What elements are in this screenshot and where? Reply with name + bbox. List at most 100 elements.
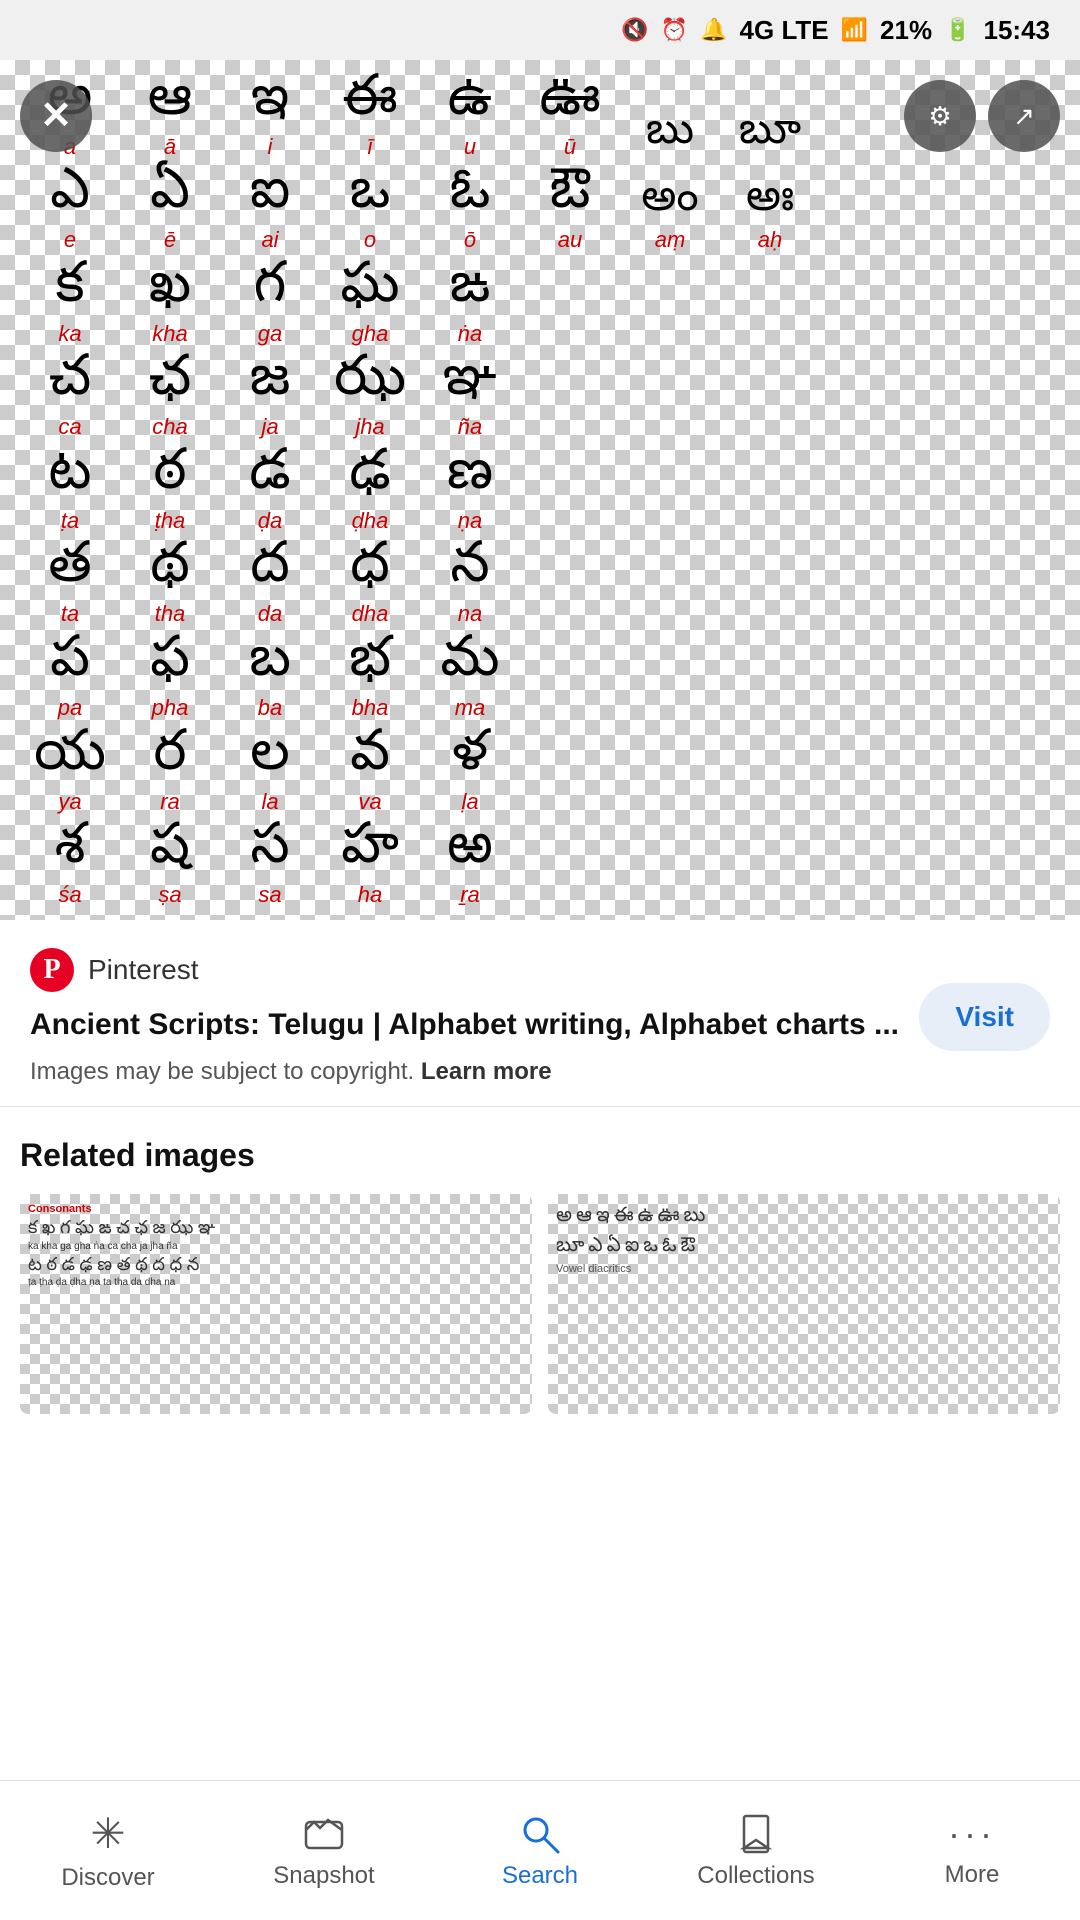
related-thumb-2[interactable]: అఆఇఈఉఊబు బూఎఏఐఒఓఔ Vowel diacritics [548, 1194, 1060, 1414]
image-area: ✕ ⚙ ↗ అ a ఆ ā ఇ i ఈ ī [0, 60, 1080, 920]
visit-button[interactable]: Visit [919, 983, 1050, 1051]
collections-icon [734, 1812, 778, 1856]
source-name: Pinterest [88, 954, 199, 986]
telugu-cell: ఱ ṟa [420, 820, 520, 910]
more-icon: ··· [948, 1813, 996, 1855]
telugu-cell: ఎ e [20, 165, 120, 255]
telugu-cell: ఔ au [520, 165, 620, 255]
settings-button[interactable]: ⚙ [904, 80, 976, 152]
nav-more-label: More [945, 1861, 1000, 1889]
status-bar: 🔇 ⏰ 🔔 4G LTE 📶 21% 🔋 15:43 [0, 0, 1080, 60]
related-section: Related images Consonants క ఖ గ ఘ ఙ చ ఛ … [0, 1107, 1080, 1424]
source-logo-row: P Pinterest [30, 948, 899, 992]
share-button[interactable]: ↗ [988, 80, 1060, 152]
telugu-cell: ల la [220, 727, 320, 817]
telugu-cell: ప pa [20, 633, 120, 723]
nav-discover-label: Discover [61, 1864, 154, 1892]
pinterest-logo: P [30, 948, 74, 992]
telugu-cell: ఓ ō [420, 165, 520, 255]
telugu-cell: ర ra [120, 727, 220, 817]
alarm-icon: ⏰ [661, 17, 688, 43]
gear-icon: ⚙ [928, 101, 951, 132]
mute-icon: 🔇 [621, 17, 648, 43]
telugu-cell: ఈ ī [320, 72, 420, 162]
telugu-cell: గ ga [220, 259, 320, 349]
telugu-cell: త ta [20, 539, 120, 629]
search-icon [518, 1812, 562, 1856]
source-card: P Pinterest Ancient Scripts: Telugu | Al… [0, 920, 1080, 1107]
telugu-cell: ట ṭa [20, 446, 120, 536]
telugu-cell: య ya [20, 727, 120, 817]
overlay-buttons: ⚙ ↗ [904, 80, 1060, 152]
share-icon: ↗ [1013, 101, 1035, 132]
telugu-chart: అ a ఆ ā ఇ i ఈ ī ఉ u ఊ ū [0, 60, 1080, 920]
related-grid: Consonants క ఖ గ ఘ ఙ చ ఛ జ ఝ ఞ ka kha ga… [20, 1194, 1060, 1414]
telugu-cell: జ ja [220, 352, 320, 442]
telugu-row-ta: త ta థ tha ద da ధ dha న na [20, 538, 1060, 630]
close-icon: ✕ [40, 97, 72, 135]
telugu-cell: ఫ pha [120, 633, 220, 723]
telugu-row-vowels2: ఎ e ఏ ē ఐ ai ఒ o ఓ ō ఔ au [20, 164, 1060, 256]
copyright-text: Images may be subject to copyright. [30, 1058, 414, 1085]
time-label: 15:43 [984, 15, 1051, 46]
telugu-row-ka: క ka ఖ kha గ ga ఘ gha ఙ ṅa [20, 257, 1060, 349]
signal-icon: 📶 [841, 17, 868, 43]
telugu-cell: ధ dha [320, 539, 420, 629]
volume-icon: 🔔 [700, 17, 727, 43]
nav-search[interactable]: Search [432, 1812, 648, 1890]
nav-collections-label: Collections [697, 1862, 814, 1890]
telugu-cell: ఘ gha [320, 259, 420, 349]
telugu-cell: ఒ o [320, 165, 420, 255]
telugu-row-ca: చ ca ఛ cha జ ja ఝ jha ఞ ña [20, 351, 1060, 443]
nav-snapshot-label: Snapshot [273, 1862, 374, 1890]
telugu-cell: ఖ kha [120, 259, 220, 349]
telugu-row-pa: ప pa ఫ pha బ ba భ bha మ ma [20, 631, 1060, 723]
telugu-cell: బ ba [220, 633, 320, 723]
telugu-cell: ఢ ḍha [320, 446, 420, 536]
nav-collections[interactable]: Collections [648, 1812, 864, 1890]
battery-icon: 🔋 [944, 17, 971, 43]
telugu-cell: ఠ ṭha [120, 446, 220, 536]
telugu-cell: క ka [20, 259, 120, 349]
nav-discover[interactable]: ✳ Discover [0, 1809, 216, 1892]
telugu-cell: శ śa [20, 820, 120, 910]
telugu-cell: థ tha [120, 539, 220, 629]
telugu-cell: ష ṣa [120, 820, 220, 910]
telugu-cell: హ ha [320, 820, 420, 910]
nav-snapshot[interactable]: Snapshot [216, 1812, 432, 1890]
battery-label: 21% [880, 15, 932, 46]
telugu-cell: అః aḥ [720, 177, 820, 255]
telugu-cell: బూ [720, 110, 820, 162]
telugu-cell: ఏ ē [120, 165, 220, 255]
telugu-row-sha: శ śa ష ṣa స sa హ ha ఱ ṟa [20, 819, 1060, 911]
telugu-cell: ఐ ai [220, 165, 320, 255]
telugu-cell: వ va [320, 727, 420, 817]
telugu-row-ya: య ya ర ra ల la వ va ళ ḷa [20, 725, 1060, 817]
network-label: 4G LTE [740, 15, 829, 46]
telugu-cell: ద da [220, 539, 320, 629]
telugu-cell: మ ma [420, 633, 520, 723]
nav-more[interactable]: ··· More [864, 1813, 1080, 1889]
pinterest-letter: P [43, 954, 60, 986]
telugu-cell: ఇ i [220, 72, 320, 162]
telugu-cell: ఉ u [420, 72, 520, 162]
learn-more-link[interactable]: Learn more [421, 1058, 552, 1085]
telugu-cell: బు [620, 110, 720, 162]
telugu-row-ta-retroflex: ట ṭa ఠ ṭha డ ḍa ఢ ḍha ణ ṇa [20, 444, 1060, 536]
telugu-cell: ఝ jha [320, 352, 420, 442]
telugu-cell: న na [420, 539, 520, 629]
telugu-cell: ఊ ū [520, 72, 620, 162]
source-title: Ancient Scripts: Telugu | Alphabet writi… [30, 1004, 899, 1046]
telugu-cell: ళ ḷa [420, 727, 520, 817]
telugu-cell: ణ ṇa [420, 446, 520, 536]
telugu-cell: స sa [220, 820, 320, 910]
related-images-title: Related images [20, 1137, 1060, 1174]
telugu-cell: చ ca [20, 352, 120, 442]
snapshot-icon [302, 1812, 346, 1856]
telugu-cell: ఙ ṅa [420, 259, 520, 349]
telugu-cell: ఞ ña [420, 352, 520, 442]
close-button[interactable]: ✕ [20, 80, 92, 152]
telugu-cell: ఆ ā [120, 72, 220, 162]
related-thumb-1[interactable]: Consonants క ఖ గ ఘ ఙ చ ఛ జ ఝ ఞ ka kha ga… [20, 1194, 532, 1414]
discover-icon: ✳ [90, 1809, 125, 1858]
